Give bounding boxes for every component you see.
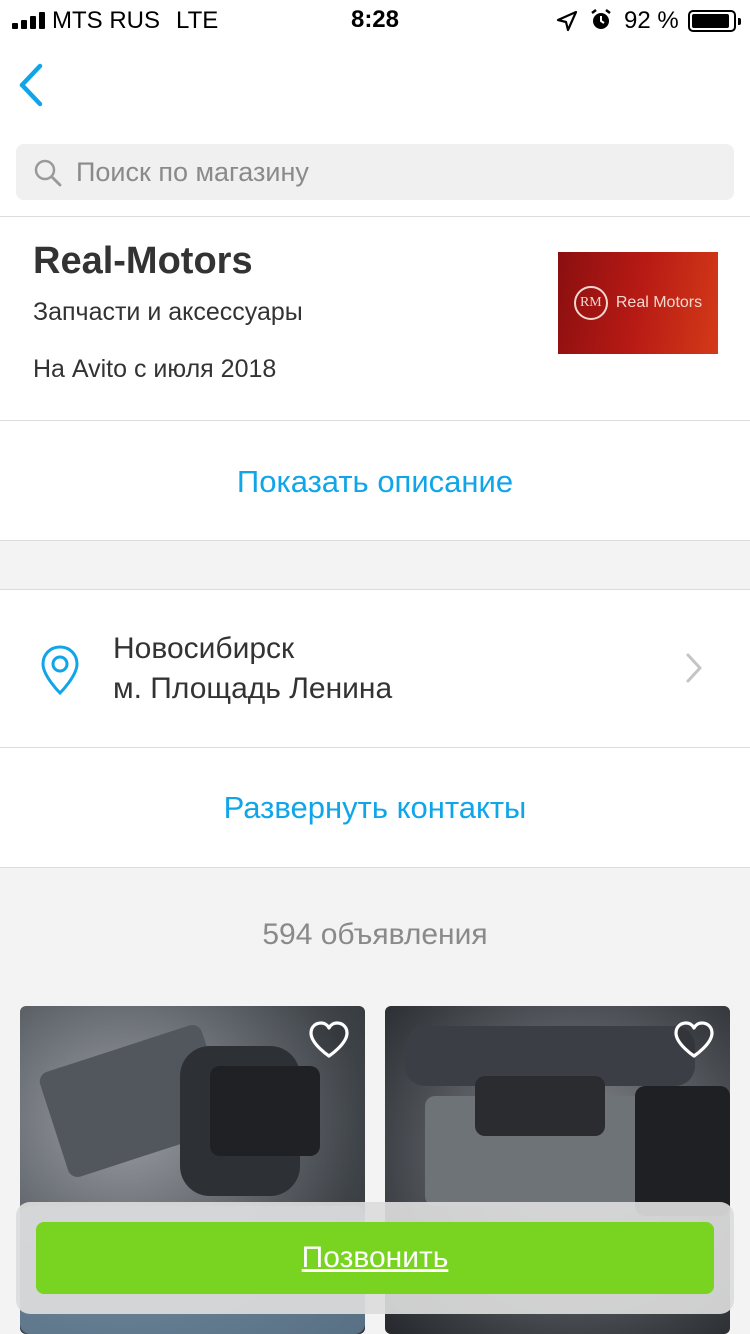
search-input[interactable]	[76, 144, 716, 200]
location-city: Новосибирск	[113, 632, 295, 665]
chevron-right-icon	[686, 653, 702, 683]
location-metro: м. Площадь Ленина	[113, 672, 393, 705]
status-bar: MTS RUS LTE 8:28 92 %	[0, 0, 750, 40]
ad-photo	[635, 1086, 730, 1216]
logo-mark: RM	[573, 286, 608, 320]
ad-photo	[475, 1076, 605, 1136]
favorite-heart-icon[interactable]	[307, 1020, 351, 1060]
logo-text: Real Motors	[615, 294, 703, 311]
alarm-clock-icon	[591, 9, 611, 29]
store-search-bar[interactable]	[16, 144, 734, 200]
back-button[interactable]	[14, 58, 54, 114]
shop-name: Real-Motors	[33, 240, 253, 282]
chevron-left-icon	[19, 63, 43, 107]
divider	[0, 216, 750, 217]
map-pin-icon	[41, 645, 79, 696]
call-button-bar: Позвонить	[16, 1202, 734, 1314]
ad-photo	[210, 1066, 320, 1156]
battery-percent: 92 %	[624, 7, 679, 34]
favorite-heart-icon[interactable]	[672, 1020, 716, 1060]
shop-category: Запчасти и аксессуары	[33, 298, 303, 326]
shop-logo: RM Real Motors	[558, 252, 718, 354]
show-description-link[interactable]: Показать описание	[0, 464, 750, 500]
location-arrow-icon	[556, 10, 578, 32]
location-row[interactable]: Новосибирск м. Площадь Ленина	[0, 590, 750, 747]
divider	[0, 747, 750, 748]
divider	[0, 420, 750, 421]
search-icon	[34, 159, 62, 187]
shop-since: На Avito с июля 2018	[33, 355, 277, 383]
expand-contacts-link[interactable]: Развернуть контакты	[0, 790, 750, 826]
ads-count: 594 объявления	[262, 918, 488, 951]
section-gap	[0, 541, 750, 589]
battery-icon	[688, 10, 741, 32]
call-button[interactable]: Позвонить	[36, 1222, 714, 1294]
